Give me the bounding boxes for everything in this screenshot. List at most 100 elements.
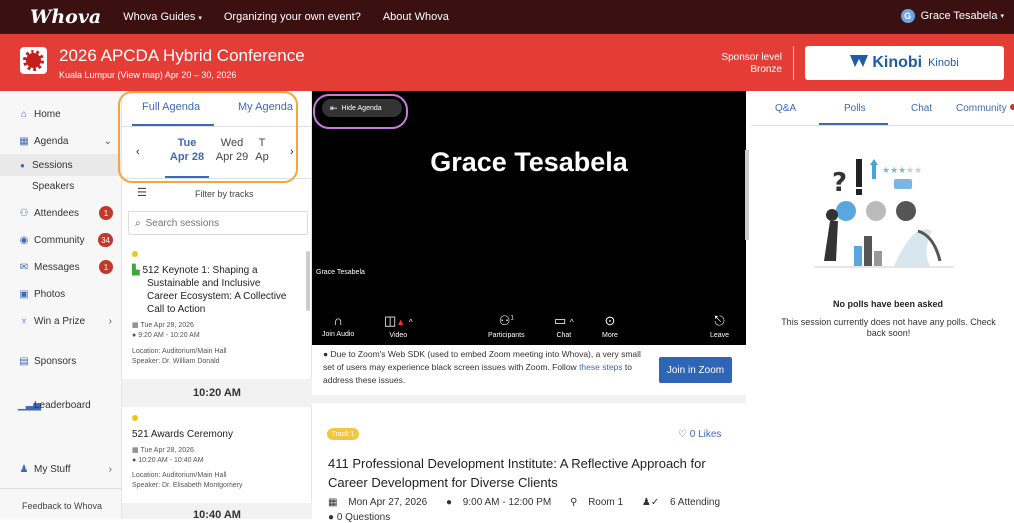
avatar: G (900, 9, 915, 23)
join-in-zoom-button[interactable]: Join in Zoom (659, 357, 732, 383)
question-icon: ● (328, 512, 337, 523)
session-title-line: Sustainable and Inclusive (147, 278, 261, 289)
participants-button[interactable]: ⚇1 Participants (488, 313, 525, 339)
day-date: Apr 29 (215, 151, 249, 163)
track-dot (132, 415, 138, 421)
sidebar-item-label: Photos (34, 288, 66, 300)
messages-icon: ✉ (19, 261, 29, 273)
sidebar-item-agenda[interactable]: ▦ Agenda ⌄ (0, 130, 122, 152)
leaderboard-icon: ▁▃▅ (18, 399, 42, 411)
day-wed-apr-29[interactable]: Wed Apr 29 (210, 136, 254, 164)
session-detail-attending[interactable]: ♟✓ 6 Attending (642, 497, 728, 508)
sponsor-banner[interactable]: Kinobi Kinobi (805, 46, 1004, 80)
zoom-video-area[interactable]: ⇤ Hide Agenda Grace Tesabela Grace Tesabe… (312, 91, 746, 345)
likes-button[interactable]: ♡ 0 Likes (678, 429, 721, 440)
hide-agenda-button[interactable]: ⇤ Hide Agenda (322, 99, 402, 117)
sidebar-item-label: Community (34, 234, 85, 246)
nav-about-whova[interactable]: About Whova (383, 11, 449, 23)
attending-text: 6 Attending (670, 497, 721, 508)
video-off-icon: ◫▲ ^ (384, 313, 413, 328)
nav-whova-guides[interactable]: Whova Guides ▾ (123, 11, 202, 23)
day-tue-apr-28[interactable]: Tue Apr 28 (165, 136, 209, 164)
session-date: Tue Apr 28, 2026 (140, 447, 194, 454)
session-detail-questions[interactable]: ● 0 Questions (328, 512, 390, 523)
sponsor-level-value: Bronze (750, 64, 782, 75)
session-time: 9:20 AM - 10:20 AM (138, 332, 200, 339)
sponsor-level: Sponsor level Bronze (721, 52, 782, 76)
whova-logo[interactable]: Whova (30, 6, 101, 28)
svg-text:★★: ★★ (906, 166, 922, 176)
sidebar-item-photos[interactable]: ▣ Photos (0, 283, 122, 305)
sidebar-item-home[interactable]: ⌂ Home (0, 103, 122, 125)
tab-my-agenda[interactable]: My Agenda (238, 101, 293, 113)
participants-icon: ⚇1 (498, 313, 514, 328)
user-menu[interactable]: G Grace Tesabela ▾ (900, 9, 1004, 23)
chevron-right-icon: › (108, 463, 112, 475)
session-location-speaker: Location: Auditorium/Main Hall Speaker: … (132, 347, 227, 367)
search-input[interactable] (145, 217, 296, 229)
day-partial[interactable]: T Ap (251, 136, 273, 164)
tab-full-agenda[interactable]: Full Agenda (142, 101, 200, 113)
sponsor-name: Kinobi (872, 54, 923, 71)
event-header: 2026 APCDA Hybrid Conference Kuala Lumpu… (0, 34, 1014, 91)
scrollbar[interactable] (306, 251, 310, 311)
search-icon: ⌕ (135, 217, 141, 229)
likes-count: 0 Likes (689, 429, 722, 440)
leave-icon: ⎋ (714, 313, 725, 328)
hide-agenda-label: Hide Agenda (341, 104, 382, 112)
session-title: ▙ 512 Keynote 1: Shaping a Sustainable a… (132, 264, 287, 316)
event-location-dates[interactable]: Kuala Lumpur (View map) Apr 20 – 30, 202… (59, 70, 236, 80)
leave-button[interactable]: ⎋ Leave (710, 313, 729, 339)
left-sidebar: ⌂ Home ▦ Agenda ⌄ ● Sessions Speakers ⚇ Atte… (0, 91, 122, 519)
sidebar-item-label: Speakers (32, 180, 75, 192)
sidebar-item-my-stuff[interactable]: ♟ My Stuff › (0, 458, 122, 480)
chat-button[interactable]: ▭ ^ Chat (554, 313, 574, 339)
filter-by-tracks[interactable]: ☰ Filter by tracks (122, 183, 312, 203)
more-button[interactable]: ⊙ More (602, 313, 618, 339)
notification-badge: 1 (99, 206, 113, 220)
divider (122, 126, 312, 127)
day-date: Apr 28 (169, 151, 205, 163)
sidebar-item-community[interactable]: ◉ Community 34 (0, 229, 122, 251)
join-audio-button[interactable]: ∩ Join Audio (322, 313, 354, 338)
sidebar-item-label: Sponsors (34, 355, 77, 367)
control-label: Participants (488, 332, 525, 339)
tab-chat[interactable]: Chat (911, 103, 932, 114)
home-icon: ⌂ (20, 108, 28, 120)
prev-day-button[interactable]: ‹ (136, 146, 140, 158)
sidebar-item-speakers[interactable]: Speakers (0, 175, 122, 197)
tab-polls[interactable]: Polls (844, 103, 866, 114)
right-panel: Q&A Polls Chat Community ? ★★★ ★★ No pol… (751, 91, 1014, 519)
search-sessions[interactable]: ⌕ (128, 211, 308, 235)
video-button[interactable]: ◫▲ ^ Video (384, 313, 413, 339)
sidebar-item-leaderboard[interactable]: ▁▃▅ Leaderboard (0, 394, 122, 416)
sidebar-item-label: Win a Prize (34, 315, 86, 327)
next-day-button[interactable]: › (290, 146, 294, 158)
divider (751, 125, 1014, 126)
event-logo-mark (23, 50, 44, 71)
session-detail-date: ▦ Mon Apr 27, 2026 (328, 497, 435, 508)
these-steps-link[interactable]: these steps (579, 362, 622, 372)
scrollbar[interactable] (745, 150, 749, 240)
sidebar-item-sessions[interactable]: ● Sessions (0, 154, 122, 176)
svg-text:?: ? (832, 168, 847, 198)
tab-qa[interactable]: Q&A (775, 103, 796, 114)
sidebar-item-win-a-prize[interactable]: ♆ Win a Prize › (0, 310, 122, 332)
sidebar-item-messages[interactable]: ✉ Messages 1 (0, 256, 122, 278)
calendar-icon: ▦ (19, 135, 29, 147)
event-title: 2026 APCDA Hybrid Conference (59, 46, 305, 65)
filter-label: Filter by tracks (195, 189, 254, 199)
nav-whova-guides-label: Whova Guides (123, 10, 196, 23)
sidebar-item-attendees[interactable]: ⚇ Attendees 1 (0, 202, 122, 224)
sidebar-item-label: Attendees (34, 207, 80, 219)
session-speaker: Speaker: Dr. William Donald (132, 358, 220, 365)
nav-organizing-event[interactable]: Organizing your own event? (224, 11, 361, 23)
questions-text: 0 Questions (336, 512, 391, 523)
track-badge: Track 1 (327, 428, 359, 440)
tab-community[interactable]: Community (956, 103, 1007, 114)
feedback-link[interactable]: Feedback to Whova (22, 501, 102, 511)
event-logo (20, 47, 47, 74)
divider (312, 395, 746, 403)
sidebar-item-sponsors[interactable]: ▤ Sponsors (0, 350, 122, 372)
control-label: More (602, 332, 618, 339)
